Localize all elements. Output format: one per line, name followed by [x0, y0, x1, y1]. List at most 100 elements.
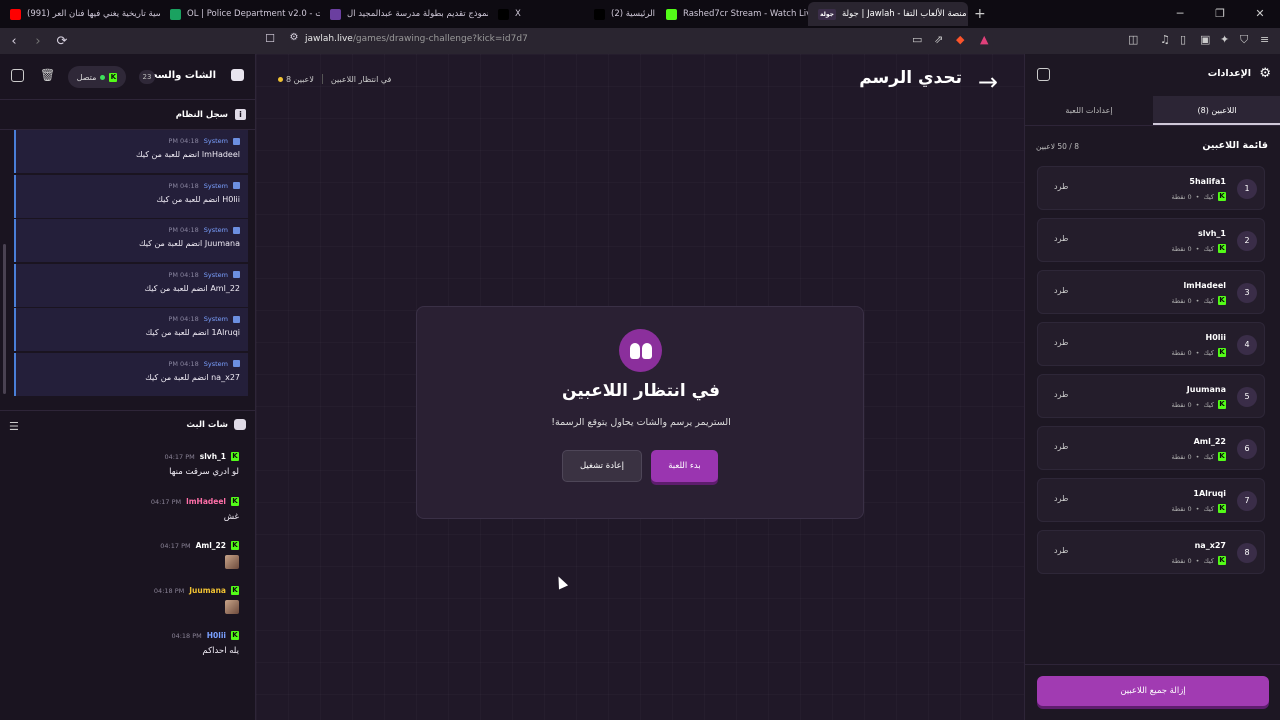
player-row: 8 na_x27 K كيك • 0 نقطة طرد — [1037, 530, 1265, 574]
waiting-title: في انتظار اللاعبين — [562, 381, 720, 401]
kick-icon: K — [231, 452, 239, 461]
player-points: 0 نقطة — [1171, 348, 1192, 357]
rewards-icon[interactable]: ▲ — [980, 33, 988, 46]
music-icon[interactable]: ♫ — [1160, 33, 1170, 46]
tab-players[interactable]: اللاعبين (8) — [1153, 96, 1280, 125]
chat-header: الشات والسجل 23 K متصل 🗑 — [0, 54, 256, 100]
browser-tab[interactable]: (2) الرئيسية / X — [584, 2, 656, 26]
url-host: jawlah.live — [305, 34, 353, 44]
chat-username[interactable]: Juumana — [189, 586, 226, 595]
message-time: 04:17 PM — [160, 541, 191, 550]
system-sender: System — [203, 270, 228, 279]
stream-chat-title: شات البث — [186, 420, 228, 430]
reload-icon[interactable]: ⟳ — [52, 34, 72, 49]
collapse-panel-icon[interactable] — [1037, 68, 1050, 81]
browser-tab[interactable]: OL | Police Department v2.0 - بيانات — [160, 2, 320, 26]
kick-player-button[interactable]: طرد — [1054, 182, 1068, 191]
restart-button[interactable]: إعادة تشغيل — [562, 450, 642, 482]
player-rank: 8 — [1237, 543, 1257, 563]
leo-icon[interactable]: ✦ — [1220, 33, 1229, 46]
players-status: 8 لاعبين — [278, 75, 314, 84]
system-icon — [233, 315, 240, 323]
settings-panel: ⚙ الإعدادات إعدادات اللعبة اللاعبين (8) … — [1024, 54, 1280, 720]
kick-icon: K — [231, 631, 239, 640]
sidebar-icon[interactable]: ▯ — [1180, 33, 1186, 46]
kick-player-button[interactable]: طرد — [1054, 442, 1068, 451]
message-time: 04:18 PM — [168, 181, 199, 190]
tab-favicon-icon: جولة — [818, 8, 836, 20]
url-field[interactable]: jawlah.live/games/drawing-challenge?kick… — [305, 34, 528, 44]
player-meta: K كيك • 0 نقطة — [1171, 296, 1226, 305]
kick-player-button[interactable]: طرد — [1054, 234, 1068, 243]
player-points: 0 نقطة — [1171, 400, 1192, 409]
player-list-count: 8 / 50 لاعبين — [1036, 142, 1079, 151]
system-sender: System — [203, 359, 228, 368]
menu-icon[interactable]: ≡ — [1260, 33, 1269, 46]
kick-icon: K — [1218, 296, 1226, 305]
message-time: 04:18 PM — [153, 586, 185, 595]
chat-username[interactable]: H0lii — [207, 631, 226, 640]
browser-tab[interactable]: Rashed7cr Stream - Watch Live on Ki — [656, 2, 808, 26]
player-list-title: قائمة اللاعبين — [1202, 140, 1268, 151]
system-log-title: سجل النظام — [175, 110, 228, 120]
screenshot-icon[interactable]: ◫ — [1128, 33, 1138, 46]
share-icon[interactable]: ⇗ — [934, 33, 943, 46]
system-log-header: i سجل النظام — [0, 100, 256, 130]
player-rank: 7 — [1237, 491, 1257, 511]
kick-player-button[interactable]: طرد — [1054, 286, 1068, 295]
browser-tab[interactable]: (991) أمسية تاريخية يغني فيها فنان العر — [0, 2, 160, 26]
tab-favicon-icon — [170, 8, 181, 20]
kick-player-button[interactable]: طرد — [1054, 390, 1068, 399]
kick-player-button[interactable]: طرد — [1054, 338, 1068, 347]
chat-message-meta: K Juumana 04:18 PM — [9, 586, 239, 595]
system-icon — [233, 137, 240, 145]
chat-message-meta: K H0lii 04:18 PM — [9, 631, 239, 640]
system-log-text: na_x27 انضم للعبة من كيك — [145, 372, 240, 382]
remove-all-players-button[interactable]: إزالة جميع اللاعبين — [1037, 676, 1269, 706]
site-info-icon[interactable]: ⚙ — [284, 32, 304, 43]
player-name: 5halifa1 — [1189, 177, 1226, 186]
new-tab-button[interactable]: + — [974, 6, 986, 22]
cast-icon[interactable]: ▭ — [912, 33, 922, 46]
start-game-button[interactable]: بدء اللعبة — [651, 450, 718, 482]
player-rank: 5 — [1237, 387, 1257, 407]
player-platform: كيك — [1203, 296, 1214, 305]
tab-game-settings[interactable]: إعدادات اللعبة — [1025, 96, 1153, 125]
bookmark-icon[interactable]: ☐ — [260, 32, 280, 45]
system-icon — [233, 271, 240, 278]
kick-player-button[interactable]: طرد — [1054, 546, 1068, 555]
chat-username[interactable]: Aml_22 — [196, 541, 226, 550]
back-arrow-icon[interactable]: → — [978, 68, 998, 96]
system-sender: System — [203, 315, 228, 323]
player-platform: كيك — [1203, 192, 1214, 201]
forward-icon[interactable]: › — [28, 34, 48, 49]
chat-username[interactable]: slvh_1 — [200, 452, 226, 461]
system-log-scrollbar[interactable] — [3, 244, 6, 394]
filter-icon[interactable]: ☰ — [9, 420, 19, 433]
trash-icon[interactable]: 🗑 — [40, 68, 55, 82]
browser-tab[interactable]: نموذج تقديم بطولة مدرسة عبدالمجيد ال — [320, 2, 488, 26]
back-icon[interactable]: ‹ — [4, 34, 24, 49]
kick-icon: K — [231, 541, 239, 550]
brave-shield-icon[interactable]: ◆ — [956, 33, 964, 46]
close-window-icon[interactable]: ✕ — [1240, 0, 1280, 28]
minimize-icon[interactable]: ─ — [1160, 0, 1200, 28]
message-time: 04:18 PM — [168, 137, 199, 145]
browser-tab[interactable]: X — [488, 2, 584, 26]
chat-username[interactable]: lmHadeel — [186, 497, 226, 506]
tab-label: (2) الرئيسية / X — [611, 9, 656, 19]
tab-label: X — [515, 9, 521, 19]
kick-icon: K — [1218, 348, 1226, 357]
waiting-status: في انتظار اللاعبين — [330, 74, 392, 84]
maximize-icon[interactable]: ❐ — [1200, 0, 1240, 28]
divider — [1025, 664, 1280, 665]
wallet-icon[interactable]: ▣ — [1200, 33, 1210, 46]
tab-label: (991) أمسية تاريخية يغني فيها فنان العر — [27, 9, 160, 19]
kick-player-button[interactable]: طرد — [1054, 494, 1068, 503]
browser-tab[interactable]: جولةجولة | Jawlah - منصة الألعاب التفا✕ — [808, 2, 968, 26]
kick-icon: K — [1218, 192, 1226, 201]
player-meta: K كيك • 0 نقطة — [1171, 452, 1226, 461]
collapse-panel-icon[interactable] — [11, 69, 24, 82]
vpn-icon[interactable]: ⛉ — [1240, 33, 1248, 47]
player-name: Juumana — [1186, 385, 1226, 394]
